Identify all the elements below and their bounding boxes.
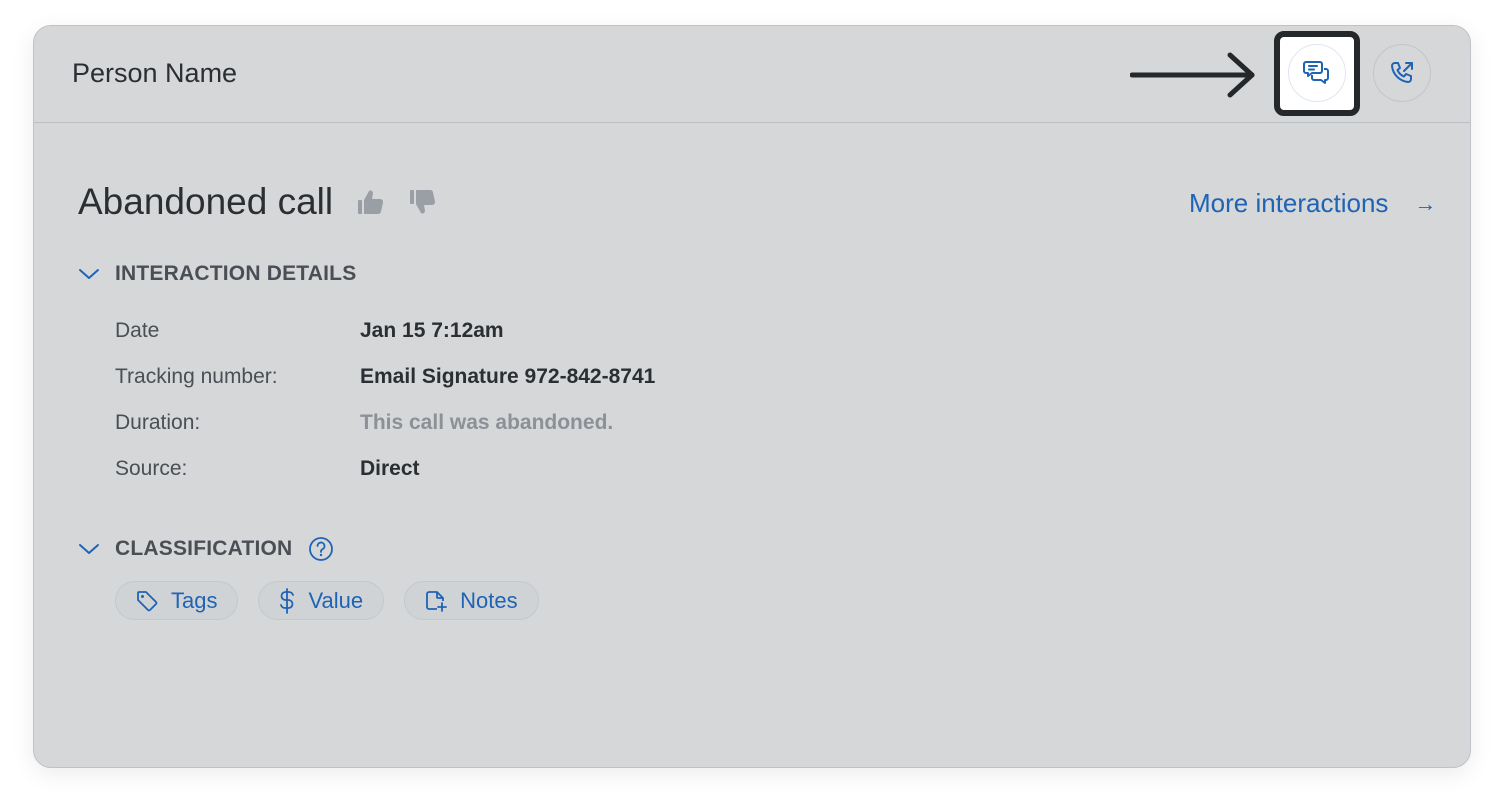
thumbs-down-icon [410, 189, 436, 214]
value-label: Value [308, 587, 364, 613]
interaction-title: Abandoned call [78, 181, 334, 222]
notes-button[interactable]: Notes [404, 581, 539, 620]
thumbs-down-button[interactable] [407, 186, 439, 218]
interaction-details-toggle[interactable]: INTERACTION DETAILS [78, 262, 356, 286]
detail-key: Duration: [115, 411, 201, 434]
more-interactions-label: More interactions [1189, 188, 1389, 218]
interaction-card: Person Name Abandoned call More interact… [33, 25, 1471, 768]
detail-value: Jan 15 7:12am [360, 319, 504, 342]
phone-outgoing-icon [1391, 62, 1413, 83]
detail-row-date: Date Jan 15 7:12am [115, 308, 655, 354]
annotation-arrow-icon [1130, 52, 1255, 98]
interaction-details-list: Date Jan 15 7:12am Tracking number: Emai… [115, 308, 655, 492]
classification-heading: CLASSIFICATION [115, 537, 293, 560]
classification-chips: Tags Value Notes [115, 581, 559, 620]
tags-button[interactable]: Tags [115, 581, 239, 620]
chevron-down-icon [79, 269, 99, 279]
more-interactions-link[interactable]: More interactions → [1189, 188, 1436, 219]
detail-key: Tracking number: [115, 365, 278, 388]
interaction-details-heading: INTERACTION DETAILS [115, 262, 357, 285]
detail-row-tracking-number: Tracking number: Email Signature 972-842… [115, 354, 655, 400]
detail-key: Source: [115, 457, 188, 480]
chevron-down-icon [79, 544, 99, 554]
detail-value: This call was abandoned. [360, 411, 614, 434]
conversation-button[interactable] [1288, 44, 1346, 102]
thumbs-up-icon [358, 190, 384, 215]
detail-value: Direct [360, 457, 420, 480]
thumbs-up-button[interactable] [355, 186, 387, 218]
tags-label: Tags [171, 587, 218, 613]
interaction-title-row: Abandoned call [78, 181, 439, 223]
call-out-button[interactable] [1373, 44, 1431, 102]
notes-label: Notes [460, 587, 518, 613]
arrow-right-icon: → [1414, 190, 1437, 216]
note-add-icon [426, 590, 448, 612]
detail-row-duration: Duration: This call was abandoned. [115, 400, 655, 446]
dollar-icon [280, 587, 295, 614]
classification-toggle[interactable]: CLASSIFICATION [78, 536, 334, 562]
card-header: Person Name [34, 26, 1470, 123]
detail-row-source: Source: Direct [115, 446, 655, 492]
chat-bubbles-icon [1303, 61, 1329, 84]
tag-icon [137, 590, 158, 611]
question-circle-icon[interactable] [308, 536, 334, 562]
value-button[interactable]: Value [258, 581, 385, 620]
detail-value: Email Signature 972-842-8741 [360, 365, 656, 388]
person-name: Person Name [72, 58, 238, 88]
detail-key: Date [115, 319, 160, 342]
